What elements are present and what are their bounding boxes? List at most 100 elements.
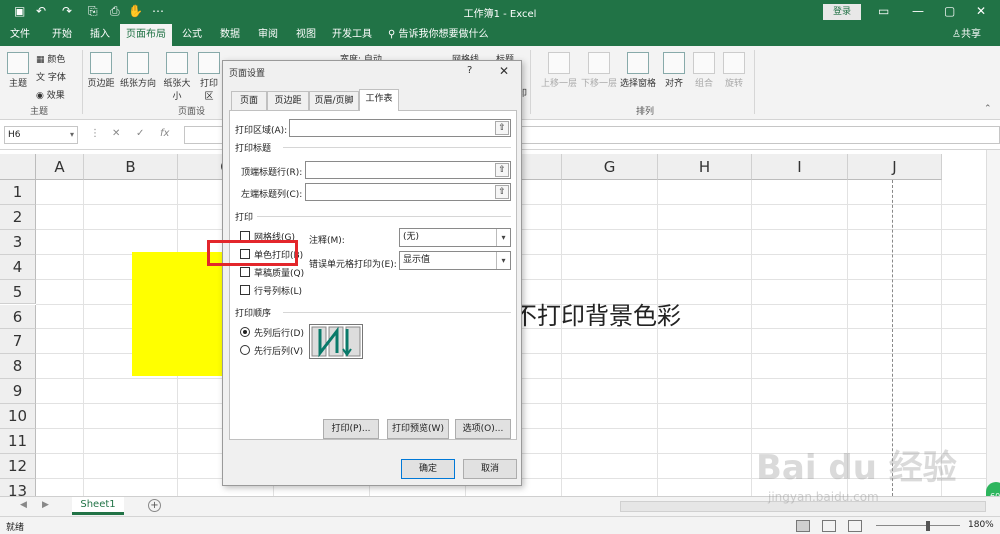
send-backward-button[interactable]: 下移一层 bbox=[580, 52, 618, 89]
confirm-icon[interactable]: ✓ bbox=[136, 128, 144, 139]
ribbon-separator bbox=[82, 50, 83, 114]
row-header-11[interactable]: 11 bbox=[0, 429, 36, 454]
row-header-8[interactable]: 8 bbox=[0, 354, 36, 380]
share-button[interactable]: ♙共享 bbox=[952, 24, 981, 46]
row-header-10[interactable]: 10 bbox=[0, 404, 36, 429]
rotate-button[interactable]: 旋转 bbox=[720, 52, 748, 89]
orientation-button[interactable]: 纸张方向 bbox=[118, 52, 158, 89]
rows-repeat-input[interactable]: ⇧ bbox=[305, 161, 511, 179]
sheet-tab-sheet1[interactable]: Sheet1 bbox=[72, 497, 124, 515]
collapse-ribbon-icon[interactable]: ⌃ bbox=[984, 104, 992, 114]
down-then-over-radio[interactable] bbox=[240, 327, 250, 337]
bring-forward-label: 上移一层 bbox=[540, 79, 577, 89]
prev-sheet-icon[interactable]: ◀ bbox=[20, 500, 27, 510]
ribbon-display-icon[interactable]: ▭ bbox=[878, 4, 889, 18]
row-header-2[interactable]: 2 bbox=[0, 204, 36, 230]
add-sheet-icon[interactable]: + bbox=[148, 499, 161, 512]
minimize-icon[interactable]: — bbox=[912, 4, 924, 18]
row-header-1[interactable]: 1 bbox=[0, 180, 36, 205]
tab-data[interactable]: 数据 bbox=[212, 24, 248, 46]
ok-button[interactable]: 确定 bbox=[401, 459, 455, 479]
row-header-12[interactable]: 12 bbox=[0, 453, 36, 479]
column-header-b[interactable]: B bbox=[84, 154, 178, 180]
themes-button[interactable]: 主题 bbox=[4, 52, 32, 89]
tab-page-layout[interactable]: 页面布局 bbox=[120, 24, 172, 46]
tell-me-box[interactable]: ⚲ 告诉我你想要做什么 bbox=[388, 24, 489, 46]
colors-button[interactable]: ▦ 颜色 bbox=[36, 52, 65, 65]
name-box[interactable]: H6 ▾ bbox=[4, 126, 78, 144]
row-header-4[interactable]: 4 bbox=[0, 254, 36, 280]
options-button[interactable]: 选项(O)... bbox=[455, 419, 511, 439]
print-area-input[interactable]: ⇧ bbox=[289, 119, 511, 137]
login-button[interactable]: 登录 bbox=[823, 4, 861, 20]
dialog-tab-margins[interactable]: 页边距 bbox=[267, 91, 309, 111]
row-header-13[interactable]: 13 bbox=[0, 478, 36, 496]
effects-label: 效果 bbox=[46, 91, 65, 101]
column-header-j[interactable]: J bbox=[848, 154, 942, 180]
selection-pane-button[interactable]: 选择窗格 bbox=[620, 52, 656, 89]
share-label: 共享 bbox=[960, 29, 981, 40]
tab-review[interactable]: 审阅 bbox=[250, 24, 286, 46]
page-break-view-icon[interactable] bbox=[848, 520, 862, 532]
column-header-a[interactable]: A bbox=[36, 154, 84, 180]
zoom-slider-knob[interactable] bbox=[926, 521, 930, 531]
print-area-button[interactable]: 打印区 bbox=[196, 52, 222, 102]
close-window-icon[interactable]: ✕ bbox=[976, 4, 986, 18]
print-titles-section: 打印标题 bbox=[235, 144, 272, 154]
effects-button[interactable]: ◉ 效果 bbox=[36, 88, 65, 101]
cancel-icon[interactable]: ✕ bbox=[112, 128, 120, 139]
zoom-level[interactable]: 180% bbox=[968, 520, 994, 530]
tab-file[interactable]: 文件 bbox=[4, 24, 36, 46]
dialog-tab-sheet[interactable]: 工作表 bbox=[359, 89, 399, 111]
tab-developer[interactable]: 开发工具 bbox=[326, 24, 378, 46]
cancel-button[interactable]: 取消 bbox=[463, 459, 517, 479]
row-header-7[interactable]: 7 bbox=[0, 329, 36, 355]
range-picker-icon[interactable]: ⇧ bbox=[495, 163, 509, 177]
dialog-title: 页面设置 bbox=[229, 69, 266, 79]
insert-function-icon[interactable]: fx bbox=[160, 128, 169, 139]
tab-formulas[interactable]: 公式 bbox=[174, 24, 210, 46]
next-sheet-icon[interactable]: ▶ bbox=[42, 500, 49, 510]
zoom-slider[interactable] bbox=[876, 525, 960, 526]
margins-button[interactable]: 页边距 bbox=[86, 52, 116, 89]
print-button[interactable]: 打印(P)... bbox=[323, 419, 379, 439]
tab-view[interactable]: 视图 bbox=[288, 24, 324, 46]
tab-home[interactable]: 开始 bbox=[44, 24, 80, 46]
size-button[interactable]: 纸张大小 bbox=[160, 52, 194, 102]
cell-errors-select[interactable]: 显示值 ▾ bbox=[399, 251, 511, 270]
row-col-headings-checkbox[interactable] bbox=[240, 285, 250, 295]
close-icon[interactable]: ✕ bbox=[499, 64, 509, 78]
floating-badge[interactable]: 60 bbox=[986, 482, 1000, 496]
align-button[interactable]: 对齐 bbox=[660, 52, 688, 89]
tab-insert[interactable]: 插入 bbox=[82, 24, 118, 46]
cols-repeat-input[interactable]: ⇧ bbox=[305, 183, 511, 201]
row-header-6[interactable]: 6 bbox=[0, 304, 36, 330]
maximize-icon[interactable]: ▢ bbox=[944, 4, 955, 18]
vertical-scrollbar[interactable] bbox=[986, 150, 1000, 496]
fonts-button[interactable]: 文 字体 bbox=[36, 70, 66, 83]
column-header-g[interactable]: G bbox=[562, 154, 658, 180]
row-header-5[interactable]: 5 bbox=[0, 279, 36, 305]
row-header-3[interactable]: 3 bbox=[0, 229, 36, 255]
group-button[interactable]: 组合 bbox=[690, 52, 718, 89]
range-picker-icon[interactable]: ⇧ bbox=[495, 121, 509, 135]
cell-text[interactable]: 不打印背景色彩 bbox=[513, 296, 681, 331]
row-col-headings-label: 行号列标(L) bbox=[254, 287, 303, 297]
print-preview-button[interactable]: 打印预览(W) bbox=[387, 419, 449, 439]
over-then-down-radio[interactable] bbox=[240, 345, 250, 355]
range-picker-icon[interactable]: ⇧ bbox=[495, 185, 509, 199]
column-header-h[interactable]: H bbox=[658, 154, 752, 180]
select-all-corner[interactable] bbox=[0, 154, 36, 180]
normal-view-icon[interactable] bbox=[796, 520, 810, 532]
yellow-cell-range[interactable] bbox=[132, 252, 228, 376]
row-header-9[interactable]: 9 bbox=[0, 379, 36, 405]
comments-select[interactable]: (无) ▾ bbox=[399, 228, 511, 247]
bring-forward-button[interactable]: 上移一层 bbox=[540, 52, 578, 89]
orientation-label: 纸张方向 bbox=[119, 79, 156, 89]
dialog-tab-header-footer[interactable]: 页眉/页脚 bbox=[309, 91, 359, 111]
page-layout-view-icon[interactable] bbox=[822, 520, 836, 532]
column-header-i[interactable]: I bbox=[752, 154, 848, 180]
help-icon[interactable]: ? bbox=[467, 65, 472, 76]
dialog-tab-page[interactable]: 页面 bbox=[231, 91, 267, 111]
draft-quality-checkbox[interactable] bbox=[240, 267, 250, 277]
